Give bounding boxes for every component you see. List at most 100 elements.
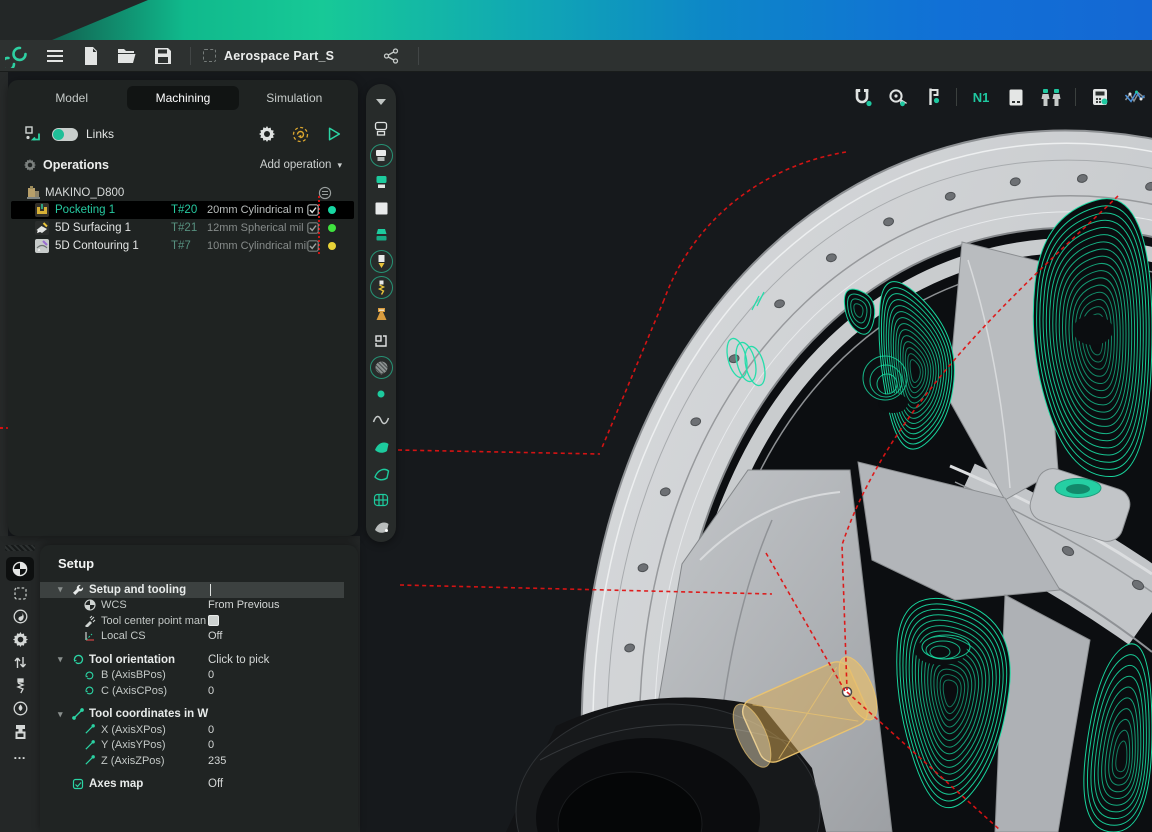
tool-center-point-checkbox[interactable] [208,615,219,627]
add-operation-button[interactable]: Add operation [260,159,332,171]
point-button[interactable] [367,381,395,408]
setup-row-value[interactable]: 0 [208,724,214,736]
drill-button[interactable] [6,675,34,696]
dock-drag-handle[interactable] [5,545,35,551]
gear-icon[interactable] [259,126,275,142]
setup-row-axis-b[interactable]: B (AxisBPos) 0 [40,668,358,684]
operation-row-contouring[interactable]: 5D Contouring 1 T#7 10mm Cylindrical mil… [8,237,358,255]
wrench-icon [73,584,84,595]
fixture-teal-button[interactable] [367,222,395,249]
app-frame-left [0,72,12,536]
operation-checkbox[interactable] [307,240,319,252]
surface-result-button[interactable] [367,513,395,540]
operation-row-pocketing[interactable]: Pocketing 1 T#20 20mm Cylindrical m [11,201,354,219]
stock-block-button[interactable] [367,195,395,222]
setup-row-value[interactable]: 235 [208,755,226,767]
operation-name: 5D Surfacing 1 [55,222,132,234]
more-button[interactable]: … [6,744,34,765]
controller-button[interactable] [1089,86,1111,108]
setup-section-setup-tooling[interactable]: ▾ Setup and tooling [40,582,344,598]
setup-row-axis-x[interactable]: X (AxisXPos) 0 [40,722,358,738]
tool-pair-button[interactable] [1040,86,1062,108]
sort-axes-button[interactable] [6,652,34,673]
machining-panel: Model Machining Simulation Links Operati… [8,80,358,536]
surface-grid-button[interactable] [367,487,395,514]
tab-model[interactable]: Model [16,86,127,110]
curve-button[interactable] [367,407,395,434]
machine-row[interactable]: MAKINO_D800 [8,184,358,201]
machine-limits-icon[interactable] [318,186,332,200]
document-title[interactable]: Aerospace Part_S [224,49,334,63]
recalculate-icon[interactable] [292,126,309,143]
operations-tree: MAKINO_D800 Pocketing 1 T#20 20mm Cylind… [8,184,358,255]
chevron-down-icon[interactable]: ▾ [337,160,342,171]
setup-section-tool-coordinates[interactable]: ▾ Tool coordinates in W [40,707,358,723]
mesh-button[interactable] [367,354,395,381]
setup-row-value[interactable]: From Previous [208,599,280,611]
app-logo[interactable] [0,40,34,72]
coolant-button[interactable] [6,698,34,719]
dock-collapse-button[interactable] [367,89,395,116]
setup-row-value[interactable]: 0 [208,685,214,697]
setup-row-value[interactable]: Click to pick [208,654,269,666]
setup-row-label: Y (AxisYPos) [101,739,166,752]
setup-row-value[interactable]: Off [208,630,222,642]
new-file-button[interactable] [76,43,106,69]
share-button[interactable] [376,43,406,69]
surface-outline-button[interactable] [367,460,395,487]
fixture-selected-button[interactable] [367,142,395,169]
magnet-icon [855,89,872,107]
setup-row-axis-y[interactable]: Y (AxisYPos) 0 [40,738,358,754]
machine-panel-icon [1009,89,1023,105]
holder-orange-button[interactable] [367,301,395,328]
links-row: Links [8,120,358,148]
setup-row-axis-c[interactable]: C (AxisCPos) 0 [40,683,358,699]
settings-button[interactable] [6,629,34,650]
holder-button[interactable] [6,721,34,742]
measure-button[interactable] [886,86,908,108]
tool-holder-icon [15,724,25,739]
setup-row-value[interactable]: 0 [208,669,214,681]
save-button[interactable] [148,43,178,69]
setup-row-value[interactable]: Off [208,778,223,790]
chevron-down-icon[interactable]: ▾ [58,584,72,595]
operation-checkbox[interactable] [307,204,319,216]
nc-code-button[interactable]: N1 [970,86,992,108]
drill-tool-button[interactable] [367,275,395,302]
axis-diagonal-icon [85,755,95,765]
analysis-graph-button[interactable] [1124,86,1146,108]
rotate-icon [73,655,84,665]
wcs-button[interactable] [6,557,34,581]
chevron-down-icon[interactable]: ▾ [58,654,72,665]
links-icon [25,126,40,141]
setup-row-wcs[interactable]: WCS From Previous [40,598,358,614]
caliper-button[interactable] [921,86,943,108]
operation-row-surfacing[interactable]: 5D Surfacing 1 T#21 12mm Spherical mil [8,219,358,237]
operation-tool-desc: 10mm Cylindrical mill [207,240,307,252]
stock-button[interactable] [367,116,395,143]
play-icon[interactable] [326,126,342,142]
surface-gray-icon [374,522,388,533]
open-file-button[interactable] [112,43,142,69]
snap-button[interactable] [851,86,873,108]
operation-checkbox[interactable] [307,222,319,234]
machine-panel-button[interactable] [1005,86,1027,108]
tab-machining[interactable]: Machining [127,85,239,110]
links-toggle[interactable] [52,127,78,141]
turbine-button[interactable] [6,606,34,627]
main-menu-button[interactable] [40,43,70,69]
tab-simulation[interactable]: Simulation [239,86,350,110]
surface-filled-button[interactable] [367,434,395,461]
setup-section-tool-orientation[interactable]: ▾ Tool orientation Click to pick [40,652,358,668]
setup-row-axis-z[interactable]: Z (AxisZPos) 235 [40,753,358,769]
gear-icon [12,632,28,647]
stock-dashed-button[interactable] [6,583,34,604]
setup-row-axes-map[interactable]: Axes map Off [40,777,358,793]
setup-row-tool-center-point[interactable]: Tool center point man [40,613,358,629]
tool-button[interactable] [367,248,395,275]
setup-row-value[interactable]: 0 [208,739,214,751]
frame-button[interactable] [367,328,395,355]
part-setup-button[interactable] [367,169,395,196]
setup-row-local-cs[interactable]: Local CS Off [40,629,358,645]
chevron-down-icon[interactable]: ▾ [58,709,72,720]
